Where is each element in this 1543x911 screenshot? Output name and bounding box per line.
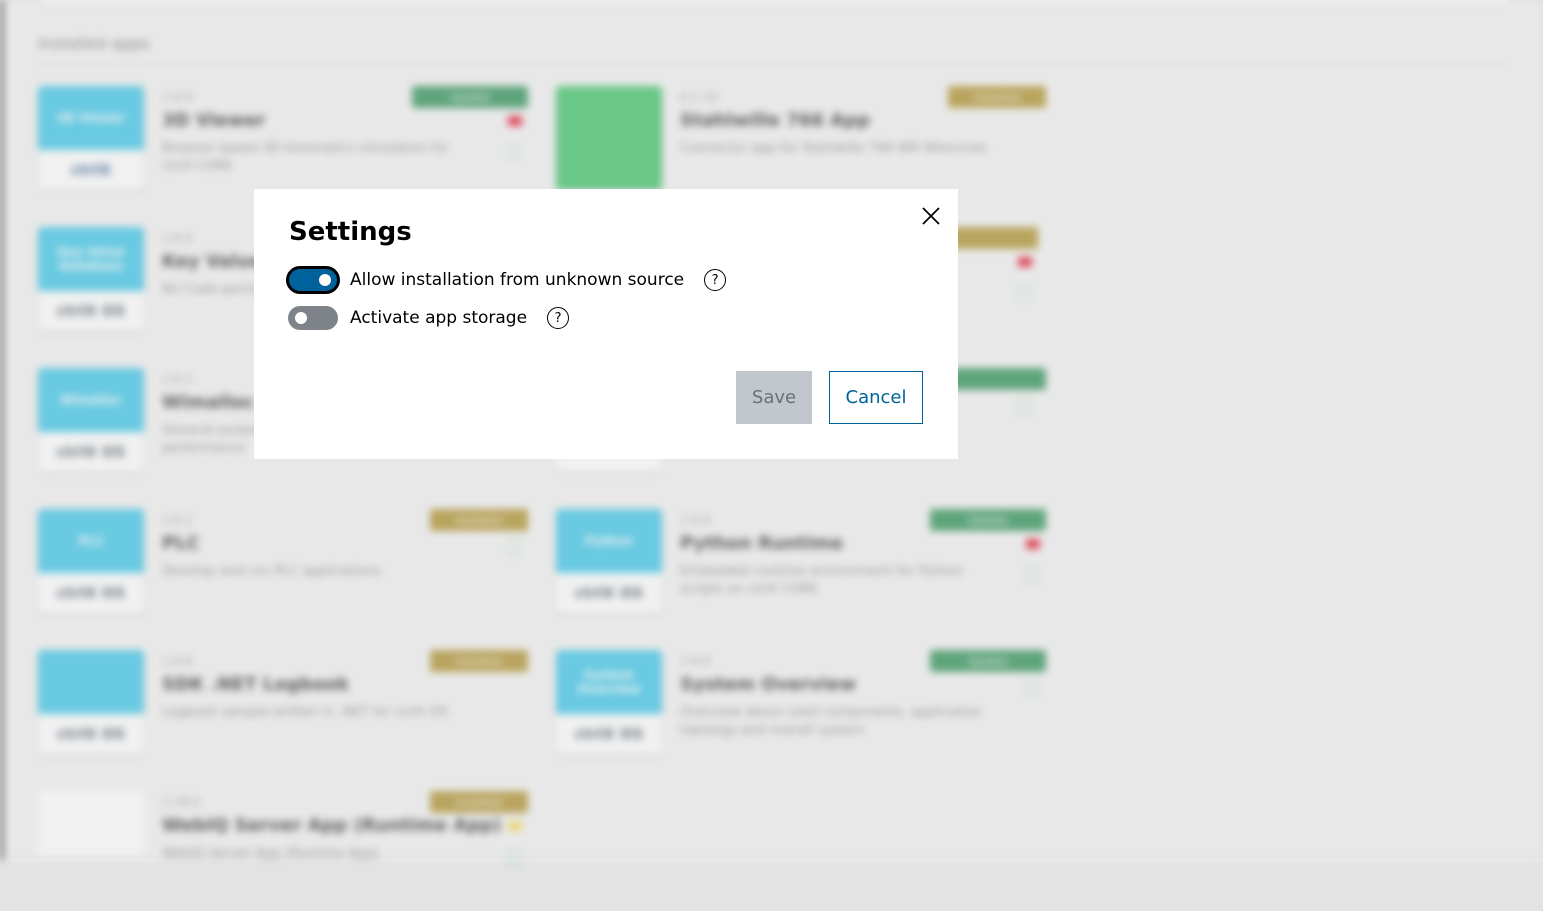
toggle-knob bbox=[319, 274, 331, 286]
save-button[interactable]: Save bbox=[736, 371, 812, 424]
option-app-storage: Activate app storage ? bbox=[288, 304, 570, 332]
help-icon[interactable]: ? bbox=[704, 269, 727, 291]
dialog-title: Settings bbox=[289, 217, 412, 247]
option-label: Allow installation from unknown source bbox=[350, 270, 685, 290]
close-icon[interactable] bbox=[918, 203, 944, 229]
app-storage-toggle[interactable] bbox=[288, 306, 338, 330]
cancel-button[interactable]: Cancel bbox=[829, 371, 923, 424]
toggle-knob bbox=[295, 312, 307, 324]
option-label: Activate app storage bbox=[350, 308, 528, 328]
help-icon[interactable]: ? bbox=[547, 307, 570, 329]
option-unknown-source: Allow installation from unknown source ? bbox=[286, 266, 727, 294]
unknown-source-toggle[interactable] bbox=[286, 266, 340, 294]
settings-dialog: Settings Allow installation from unknown… bbox=[254, 189, 958, 459]
